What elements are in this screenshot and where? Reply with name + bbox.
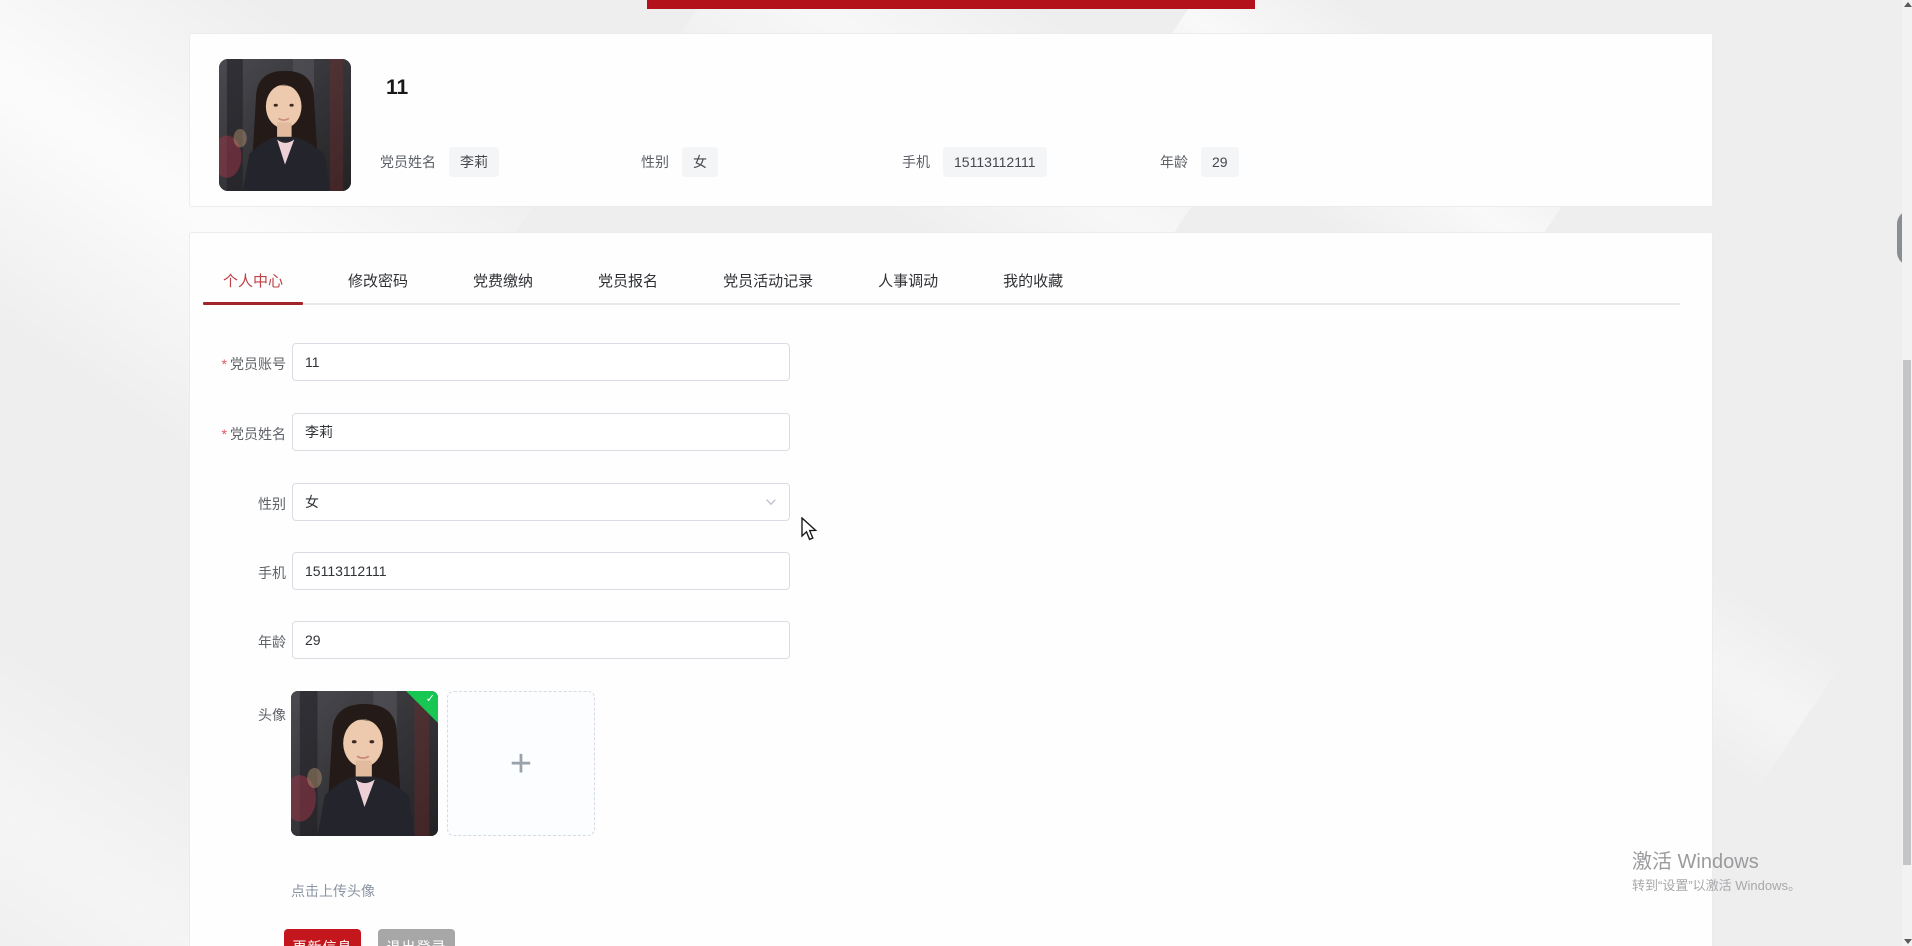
- scrollbar-up-arrow[interactable]: [1904, 2, 1912, 7]
- field-label-avatar: 头像: [258, 707, 286, 723]
- gender-select-value: 女: [305, 494, 319, 510]
- summary-value: 李莉: [449, 147, 499, 177]
- summary-label: 党员姓名: [380, 154, 436, 170]
- summary-label: 年龄: [1160, 154, 1188, 170]
- plus-icon: +: [509, 742, 533, 785]
- required-asterisk: *: [221, 426, 227, 442]
- field-label-name: * 党员姓名: [221, 426, 286, 442]
- summary-label: 性别: [641, 154, 669, 170]
- tab-hr-transfer[interactable]: 人事调动: [858, 271, 958, 303]
- tab-party-dues[interactable]: 党费缴纳: [453, 271, 553, 303]
- check-icon: ✓: [425, 693, 435, 705]
- tab-activity-record[interactable]: 党员活动记录: [703, 271, 833, 303]
- active-tab-underline: [203, 302, 304, 305]
- name-input[interactable]: [292, 413, 790, 451]
- summary-field-phone: 手机 15113112111: [902, 147, 1047, 177]
- gender-select[interactable]: 女: [292, 483, 790, 521]
- account-input[interactable]: [292, 343, 790, 381]
- profile-photo: [219, 59, 351, 191]
- logout-button[interactable]: 退出登录: [378, 929, 455, 946]
- tab-change-password[interactable]: 修改密码: [328, 271, 428, 303]
- chevron-down-icon: [765, 496, 777, 508]
- tab-personal-center[interactable]: 个人中心: [203, 271, 304, 305]
- field-label-phone: 手机: [258, 565, 286, 581]
- tab-member-signup[interactable]: 党员报名: [578, 271, 678, 303]
- age-input[interactable]: [292, 621, 790, 659]
- scrollbar-thumb[interactable]: [1903, 360, 1911, 865]
- avatar-upload-button[interactable]: +: [447, 691, 595, 836]
- summary-value: 29: [1201, 147, 1239, 177]
- field-label-gender: 性别: [258, 496, 286, 512]
- summary-field-age: 年龄 29: [1160, 147, 1239, 177]
- summary-value: 15113112111: [943, 147, 1047, 177]
- required-asterisk: *: [221, 356, 227, 372]
- phone-input[interactable]: [292, 552, 790, 590]
- field-label-account: * 党员账号: [221, 356, 286, 372]
- summary-field-name: 党员姓名 李莉: [380, 147, 499, 177]
- summary-label: 手机: [902, 154, 930, 170]
- uploaded-avatar-thumbnail[interactable]: ✓: [291, 691, 438, 836]
- summary-field-gender: 性别 女: [641, 147, 718, 177]
- member-detail-card: 个人中心 修改密码 党费缴纳 党员报名 党员活动记录 人事调动 我的收藏 * 党员…: [189, 232, 1713, 946]
- profile-photo-image: [219, 59, 351, 191]
- field-label-age: 年龄: [258, 634, 286, 650]
- update-info-button[interactable]: 更新信息: [284, 929, 361, 946]
- tab-my-favorites[interactable]: 我的收藏: [983, 271, 1083, 303]
- upload-hint-text: 点击上传头像: [291, 883, 375, 899]
- member-account-title: 11: [386, 76, 409, 99]
- top-red-bar: [647, 0, 1255, 9]
- tab-bar: 个人中心 修改密码 党费缴纳 党员报名 党员活动记录 人事调动 我的收藏: [203, 271, 1680, 305]
- summary-value: 女: [682, 147, 718, 177]
- scrollbar-down-arrow[interactable]: [1904, 939, 1912, 944]
- profile-summary-card: 11 党员姓名 李莉 性别 女 手机 15113112111 年龄 29: [189, 33, 1713, 207]
